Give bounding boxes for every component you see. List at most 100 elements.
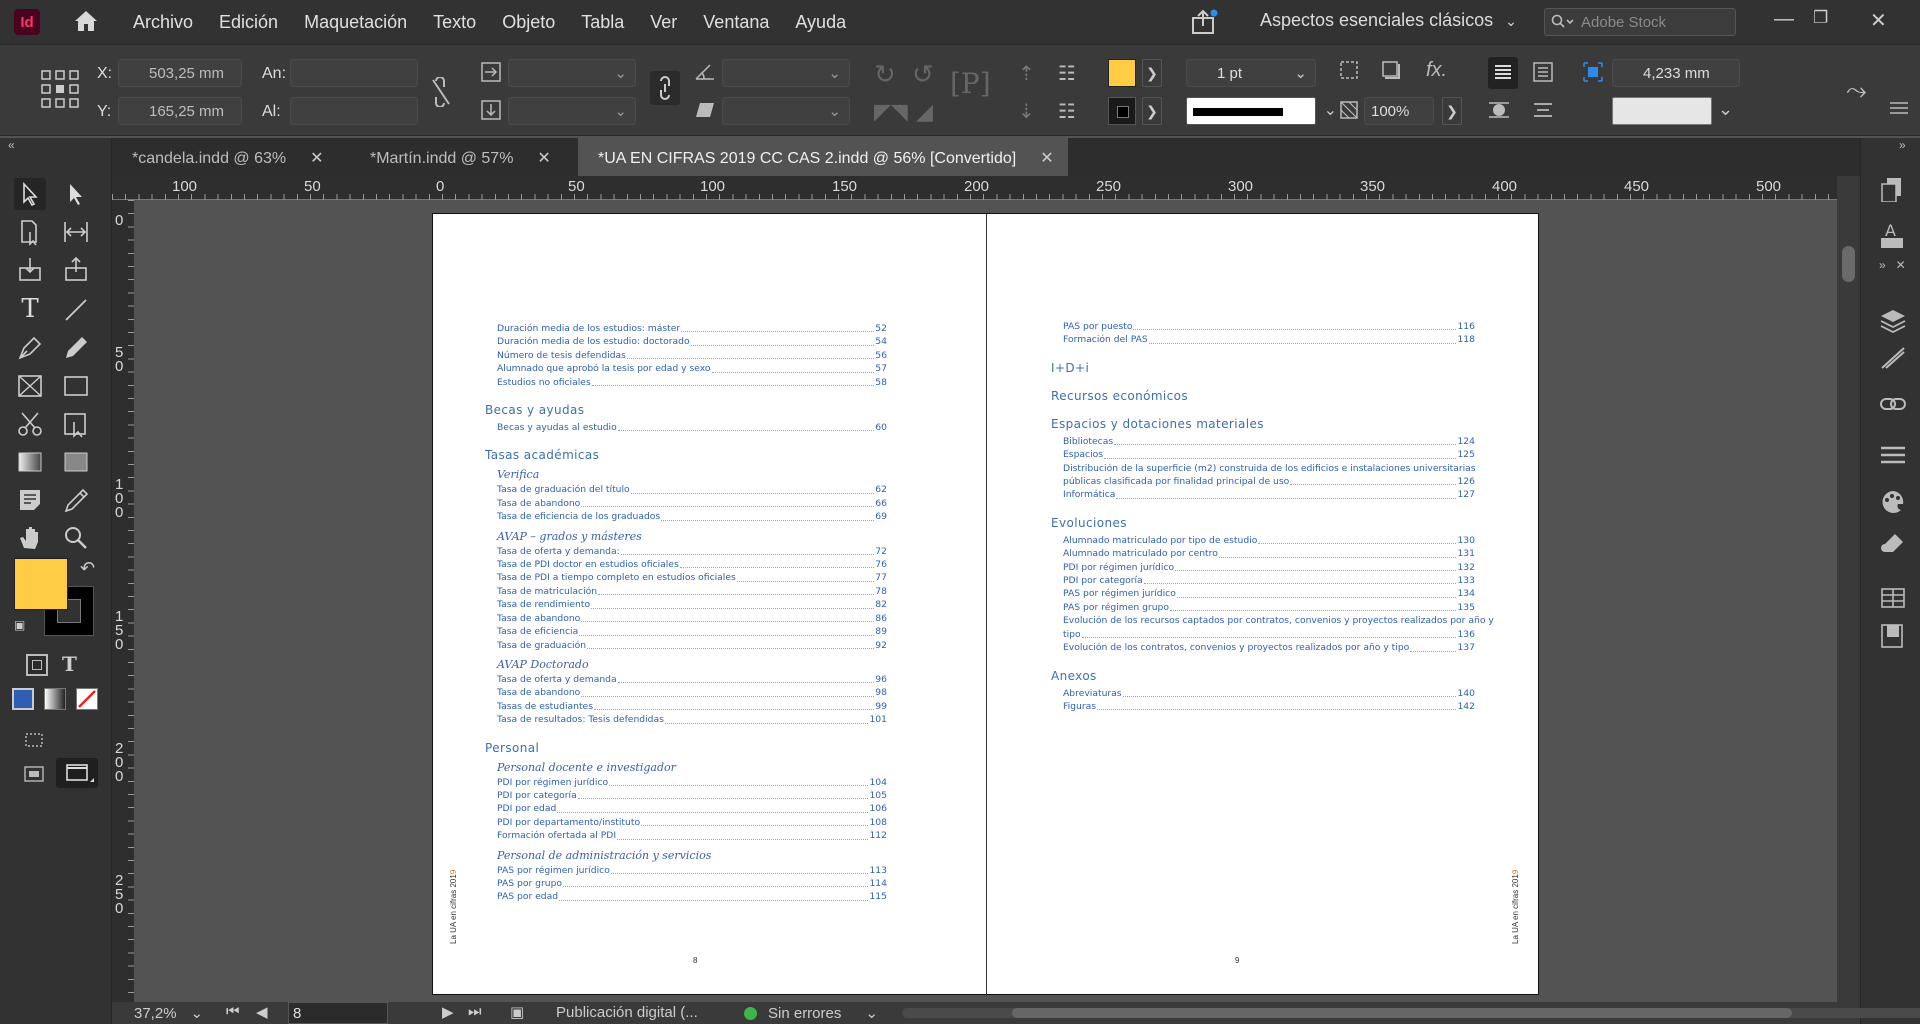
- menu-archivo[interactable]: Archivo: [133, 12, 193, 33]
- select-container-icon[interactable]: ⇡: [1018, 61, 1035, 86]
- toc-entry[interactable]: Tasa de PDI doctor en estudios oficiales…: [497, 558, 887, 571]
- toc-entry[interactable]: PAS por puesto 116: [1063, 320, 1475, 333]
- apply-color-icon[interactable]: [12, 688, 34, 710]
- cc-libraries-icon[interactable]: [1879, 622, 1907, 650]
- horizontal-ruler[interactable]: 100 50 0 50 100 150 200 250 300 350 400 …: [112, 176, 1837, 200]
- opacity-menu-button[interactable]: ❯: [1442, 97, 1462, 125]
- paragraph-icon[interactable]: [P]: [950, 67, 991, 100]
- toc-entry[interactable]: Tasa de abandono 98: [497, 686, 887, 699]
- toc-entry[interactable]: Número de tesis defendidas 56: [497, 349, 887, 362]
- fit-frame-icon[interactable]: [1338, 59, 1360, 81]
- next-page-icon[interactable]: ▶: [442, 1003, 454, 1021]
- effects-icon[interactable]: fx.: [1426, 59, 1447, 82]
- stroke-type-select[interactable]: ⌄: [1186, 97, 1337, 125]
- y-field[interactable]: 165,25 mm: [118, 97, 242, 125]
- normal-view-icon[interactable]: [22, 764, 46, 784]
- toc-entry[interactable]: Tasa de rendimiento 82: [497, 598, 887, 611]
- wrap-icon[interactable]: [1488, 99, 1510, 121]
- chevron-down-icon[interactable]: ⌄: [1718, 99, 1733, 120]
- swap-colors-icon[interactable]: ↶: [80, 558, 95, 579]
- gradient-feather-tool[interactable]: [60, 446, 92, 478]
- toc-entry[interactable]: Formación del PAS 118: [1063, 333, 1475, 346]
- fill-menu-button[interactable]: ❯: [1142, 59, 1162, 87]
- first-page-icon[interactable]: ⏮: [226, 1003, 240, 1020]
- toc-entry[interactable]: Estudios no oficiales 58: [497, 376, 887, 389]
- home-icon[interactable]: [74, 10, 98, 32]
- default-colors-icon[interactable]: ▣: [14, 618, 25, 632]
- toc-entry[interactable]: Tasa de eficiencia de los graduados 69: [497, 510, 887, 523]
- free-transform-tool[interactable]: [60, 408, 92, 440]
- last-page-icon[interactable]: ⏭: [468, 1003, 482, 1020]
- collapse-icon[interactable]: «: [8, 138, 15, 152]
- menu-ventana[interactable]: Ventana: [703, 12, 769, 33]
- toc-entry[interactable]: tipo 136: [1063, 628, 1475, 641]
- selection-tool[interactable]: [14, 178, 46, 210]
- toc-entry[interactable]: Distribución de la superficie (m2) const…: [1063, 462, 1476, 475]
- menu-tabla[interactable]: Tabla: [581, 12, 624, 33]
- character-styles-icon[interactable]: A: [1879, 220, 1907, 250]
- pen-tool[interactable]: [14, 332, 46, 364]
- toc-entry[interactable]: Informática 127: [1063, 488, 1475, 501]
- toc-entry[interactable]: Abreviaturas 140: [1063, 687, 1475, 700]
- fill-swatch[interactable]: [1108, 59, 1136, 87]
- toc-entry[interactable]: Tasa de PDI a tiempo completo en estudio…: [497, 571, 887, 584]
- opacity-icon[interactable]: [1338, 99, 1360, 121]
- toc-entry[interactable]: PDI por categoría 105: [497, 789, 887, 802]
- spacing-icon[interactable]: [1582, 61, 1604, 83]
- close-icon[interactable]: ✕: [1870, 8, 1887, 33]
- toc-entry[interactable]: Duración media de los estudios: máster 52: [497, 322, 887, 335]
- justify-icon[interactable]: [1532, 61, 1554, 83]
- toc-entry[interactable]: PDI por departamento/instituto 108: [497, 816, 887, 829]
- restore-icon[interactable]: ❐: [1813, 8, 1828, 28]
- scale-y-icon[interactable]: [480, 99, 502, 121]
- document-icon[interactable]: ▣: [510, 1003, 524, 1021]
- workspace-switcher[interactable]: Aspectos esenciales clásicos ⌄: [1260, 10, 1517, 31]
- align-text-icon[interactable]: [1532, 99, 1554, 121]
- scale-x-field[interactable]: ⌄: [508, 59, 636, 87]
- object-style-select[interactable]: [1612, 97, 1712, 125]
- previous-page-icon[interactable]: ◀: [256, 1003, 268, 1021]
- content-placer-tool[interactable]: [60, 254, 92, 286]
- page-tool[interactable]: [14, 216, 46, 248]
- shear-field[interactable]: ⌄: [722, 97, 850, 125]
- toc-entry[interactable]: Tasa de graduación 92: [497, 639, 887, 652]
- swatches-panel-icon[interactable]: [1879, 530, 1907, 558]
- vertical-scrollbar[interactable]: [1837, 176, 1860, 1002]
- menu-texto[interactable]: Texto: [433, 12, 476, 33]
- toc-entry[interactable]: PAS por régimen jurídico 113: [497, 864, 887, 877]
- formatting-container-icon[interactable]: [26, 654, 48, 676]
- menu-objeto[interactable]: Objeto: [502, 12, 555, 33]
- opacity-field[interactable]: 100%: [1364, 97, 1434, 125]
- direct-selection-tool[interactable]: [60, 178, 92, 210]
- gap-tool[interactable]: [60, 216, 92, 248]
- menu-ver[interactable]: Ver: [650, 12, 677, 33]
- toc-entry[interactable]: Tasa de matriculación 78: [497, 585, 887, 598]
- rotate-field[interactable]: ⌄: [722, 59, 850, 87]
- rotate-angle-icon[interactable]: [694, 61, 716, 83]
- height-field[interactable]: [290, 97, 418, 125]
- toc-entry[interactable]: Tasa de abandono 66: [497, 497, 887, 510]
- share-icon[interactable]: [1190, 9, 1218, 35]
- stroke-menu-button[interactable]: ❯: [1142, 97, 1162, 125]
- close-icon[interactable]: ✕: [310, 150, 323, 167]
- toc-entry[interactable]: Tasa de oferta y demanda 96: [497, 673, 887, 686]
- toc-entry[interactable]: Bibliotecas 124: [1063, 435, 1475, 448]
- layers-panel-icon[interactable]: [1879, 306, 1907, 334]
- select-next-icon[interactable]: ☷: [1058, 61, 1076, 86]
- eyedropper-tool[interactable]: [60, 484, 92, 516]
- scrollbar-thumb[interactable]: [1842, 246, 1855, 282]
- stroke-panel-icon[interactable]: [1879, 344, 1907, 372]
- toc-entry[interactable]: Figuras 142: [1063, 700, 1475, 713]
- tab-ua-en-cifras[interactable]: *UA EN CIFRAS 2019 CC CAS 2.indd @ 56% […: [578, 138, 1068, 176]
- flip-horizontal-icon[interactable]: ◤◥: [874, 99, 908, 125]
- toc-entry[interactable]: Evolución de los recursos captados por c…: [1063, 614, 1494, 627]
- scissors-tool[interactable]: [14, 408, 46, 440]
- toc-entry[interactable]: Espacios 125: [1063, 448, 1475, 461]
- minimize-icon[interactable]: —: [1774, 8, 1794, 31]
- apply-gradient-icon[interactable]: [44, 688, 66, 710]
- hand-tool[interactable]: [14, 522, 46, 554]
- panel-menu-icon[interactable]: [1890, 101, 1908, 115]
- view-mode-icon[interactable]: [22, 730, 46, 750]
- scale-y-field[interactable]: ⌄: [508, 97, 636, 125]
- close-icon[interactable]: ✕: [537, 150, 550, 167]
